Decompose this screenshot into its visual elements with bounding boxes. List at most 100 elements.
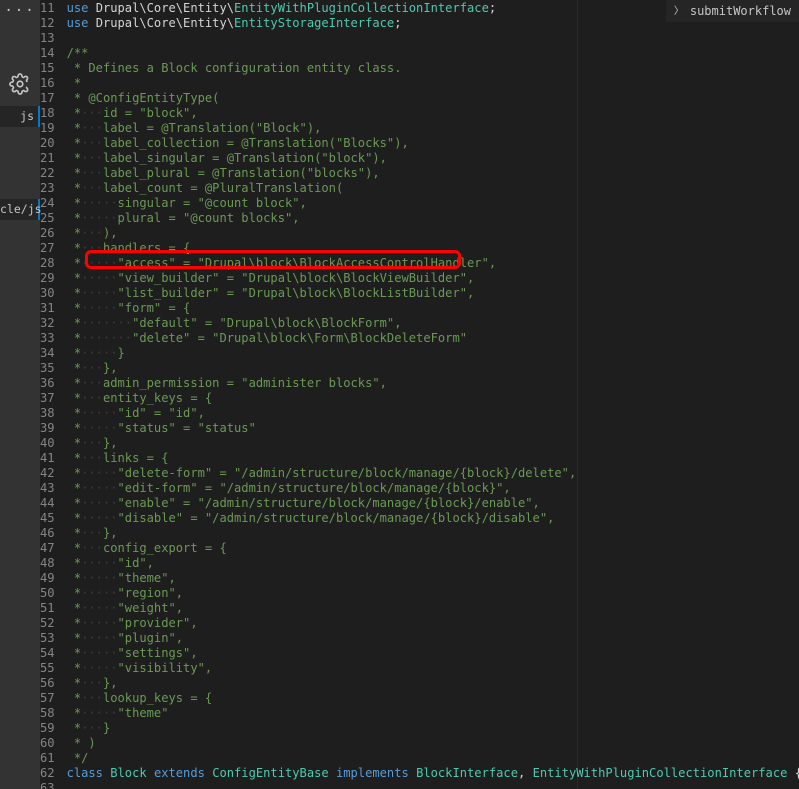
code-line[interactable]: use Drupal\Core\Entity\EntityWithPluginC… [67,1,799,16]
code-line[interactable]: *···lookup_keys = { [67,691,799,706]
code-line[interactable]: *·····"id" = "id", [67,406,799,421]
code-line[interactable]: *·····"visibility", [67,661,799,676]
code-line[interactable]: *···}, [67,526,799,541]
code-line[interactable]: * Defines a Block configuration entity c… [67,61,799,76]
code-line[interactable]: /** [67,46,799,61]
line-number: 29 [40,271,55,286]
code-line[interactable]: */ [67,751,799,766]
code-line[interactable]: *·····"weight", [67,601,799,616]
line-number: 15 [40,61,55,76]
line-number: 30 [40,286,55,301]
line-number: 31 [40,301,55,316]
line-number: 18 [40,106,55,121]
code-line[interactable]: *···label_count = @PluralTranslation( [67,181,799,196]
code-line[interactable]: *···} [67,721,799,736]
code-line[interactable]: *·····} [67,346,799,361]
editor-tab[interactable]: js [0,106,40,127]
code-line[interactable]: *·····"theme" [67,706,799,721]
code-line[interactable]: *···label = @Translation("Block"), [67,121,799,136]
line-number: 35 [40,361,55,376]
settings-icon[interactable] [9,73,31,99]
line-number: 12 [40,16,55,31]
line-number: 58 [40,706,55,721]
code-line[interactable]: *···label_singular = @Translation("block… [67,151,799,166]
code-line[interactable]: * ) [67,736,799,751]
code-line[interactable]: *·······"delete" = "Drupal\block\Form\Bl… [67,331,799,346]
code-line[interactable]: *·····"settings", [67,646,799,661]
code-line[interactable]: *·····"view_builder" = "Drupal\block\Blo… [67,271,799,286]
line-number: 11 [40,1,55,16]
code-editor[interactable]: 1112131415161718192021222324252627282930… [40,0,799,789]
code-line[interactable]: *·····"id", [67,556,799,571]
line-number: 40 [40,436,55,451]
code-line[interactable]: use Drupal\Core\Entity\EntityStorageInte… [67,16,799,31]
more-icon[interactable]: ··· [4,4,35,19]
code-line[interactable]: *···config_export = { [67,541,799,556]
code-line[interactable] [67,781,799,789]
code-line[interactable]: *·····"delete-form" = "/admin/structure/… [67,466,799,481]
line-number: 39 [40,421,55,436]
line-number: 24 [40,196,55,211]
code-line[interactable]: * [67,76,799,91]
open-editors-tabs: js cle/js [0,106,40,292]
line-number: 61 [40,751,55,766]
line-number: 47 [40,541,55,556]
line-number: 38 [40,406,55,421]
line-number: 60 [40,736,55,751]
code-line[interactable]: *·····"edit-form" = "/admin/structure/bl… [67,481,799,496]
line-number: 33 [40,331,55,346]
code-line[interactable] [67,31,799,46]
code-line[interactable]: *·····"status" = "status" [67,421,799,436]
code-line[interactable]: *···label_plural = @Translation("blocks"… [67,166,799,181]
code-content[interactable]: use Drupal\Core\Entity\EntityWithPluginC… [67,0,799,789]
code-line[interactable]: class Block extends ConfigEntityBase imp… [67,766,799,781]
code-line[interactable]: *···handlers = { [67,241,799,256]
code-line[interactable]: *·····"access" = "Drupal\block\BlockAcce… [67,256,799,271]
code-line[interactable]: *···admin_permission = "administer block… [67,376,799,391]
code-line[interactable]: *···}, [67,676,799,691]
code-line[interactable]: *·····"region", [67,586,799,601]
line-number: 53 [40,631,55,646]
line-number: 45 [40,511,55,526]
line-number: 41 [40,451,55,466]
line-number: 63 [40,781,55,789]
code-line[interactable]: *·····"provider", [67,616,799,631]
line-number: 25 [40,211,55,226]
code-line[interactable]: *·····"plugin", [67,631,799,646]
line-number: 52 [40,616,55,631]
code-line[interactable]: *···entity_keys = { [67,391,799,406]
code-line[interactable]: *·····plural = "@count blocks", [67,211,799,226]
line-number: 17 [40,91,55,106]
code-line[interactable]: *·····"form" = { [67,301,799,316]
line-number: 23 [40,181,55,196]
editor-tab[interactable]: cle/js [0,199,40,220]
line-number-gutter: 1112131415161718192021222324252627282930… [40,0,67,789]
code-line[interactable]: *···}, [67,436,799,451]
code-line[interactable]: *·····singular = "@count block", [67,196,799,211]
code-line[interactable]: *···links = { [67,451,799,466]
line-number: 59 [40,721,55,736]
line-number: 44 [40,496,55,511]
line-number: 48 [40,556,55,571]
code-line[interactable]: *·······"default" = "Drupal\block\BlockF… [67,316,799,331]
line-number: 20 [40,136,55,151]
code-line[interactable]: *···id = "block", [67,106,799,121]
code-line[interactable]: *·····"disable" = "/admin/structure/bloc… [67,511,799,526]
code-line[interactable]: *···label_collection = @Translation("Blo… [67,136,799,151]
line-number: 50 [40,586,55,601]
code-line[interactable]: *·····"list_builder" = "Drupal\block\Blo… [67,286,799,301]
code-line[interactable]: *···}, [67,361,799,376]
line-number: 34 [40,346,55,361]
line-number: 27 [40,241,55,256]
line-number: 14 [40,46,55,61]
line-number: 21 [40,151,55,166]
line-number: 36 [40,376,55,391]
line-number: 43 [40,481,55,496]
code-line[interactable]: * @ConfigEntityType( [67,91,799,106]
line-number: 42 [40,466,55,481]
line-number: 54 [40,646,55,661]
line-number: 55 [40,661,55,676]
code-line[interactable]: *·····"theme", [67,571,799,586]
code-line[interactable]: *···), [67,226,799,241]
code-line[interactable]: *·····"enable" = "/admin/structure/block… [67,496,799,511]
